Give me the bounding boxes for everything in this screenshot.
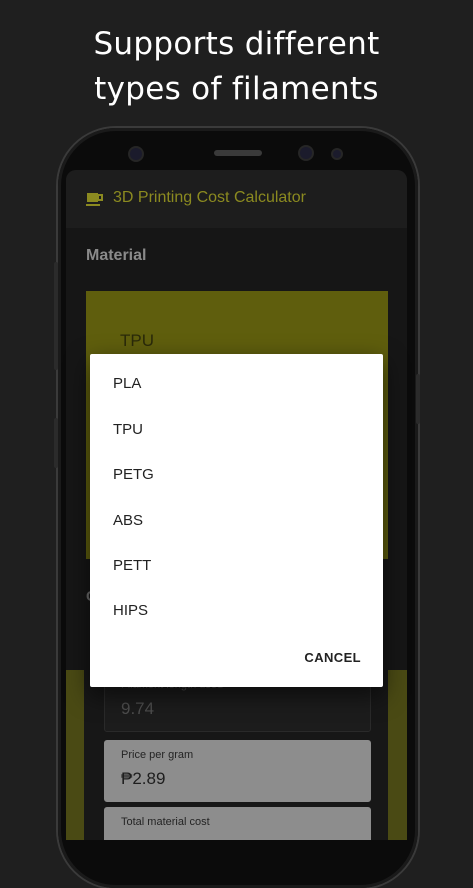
phone-side-button — [54, 418, 58, 468]
filament-length-value: 9.74 — [121, 699, 155, 718]
phone-earpiece — [214, 150, 262, 156]
cup-icon — [86, 191, 104, 212]
material-section-label: Material — [86, 247, 147, 264]
option-petg[interactable]: PETG — [113, 460, 363, 490]
option-pla[interactable]: PLA — [113, 369, 363, 399]
option-tpu[interactable]: TPU — [113, 415, 363, 445]
front-camera — [130, 148, 142, 160]
price-per-gram-label: Price per gram — [121, 749, 194, 761]
phone-side-button — [416, 374, 420, 424]
material-picker-dialog: PLA TPU PETG ABS PETT HIPS CANCEL — [90, 354, 383, 687]
option-pett[interactable]: PETT — [113, 551, 363, 581]
app-title: 3D Printing Cost Calculator — [113, 189, 306, 206]
material-selected-value: TPU — [120, 331, 154, 350]
phone-side-button — [54, 262, 58, 370]
price-per-gram-value: ₱2.89 — [121, 769, 166, 788]
cancel-button[interactable]: CANCEL — [304, 650, 361, 665]
total-material-cost-field[interactable]: Total material cost — [104, 807, 371, 840]
app-bar: 3D Printing Cost Calculator — [66, 170, 407, 228]
promo-line-1: Supports different — [93, 26, 380, 62]
total-material-cost-label: Total material cost — [121, 816, 210, 828]
front-sensor — [333, 150, 341, 158]
price-per-gram-field[interactable]: Price per gram ₱2.89 — [104, 740, 371, 802]
option-abs[interactable]: ABS — [113, 506, 363, 536]
promo-line-2: types of filaments — [94, 71, 379, 107]
promo-headline: Supports different types of filaments — [0, 22, 473, 112]
front-sensor — [300, 147, 312, 159]
option-hips[interactable]: HIPS — [113, 596, 363, 626]
